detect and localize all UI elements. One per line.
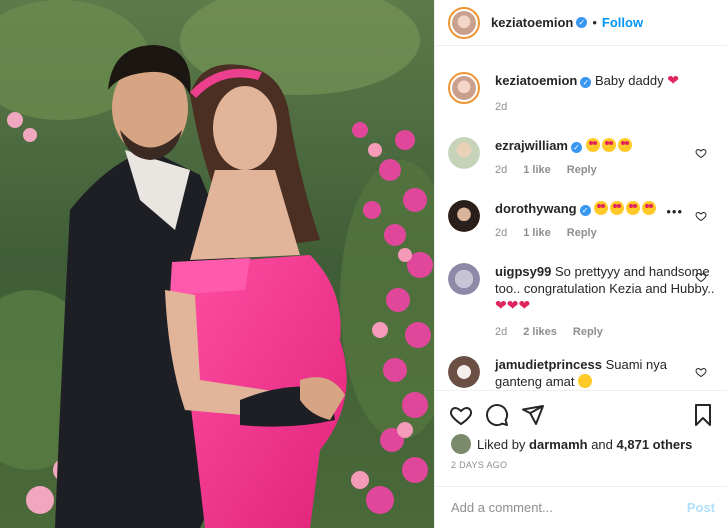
commenter-avatar[interactable] [448, 263, 480, 295]
commenter-username[interactable]: dorothywang [495, 201, 577, 216]
share-paper-plane-icon[interactable] [521, 403, 545, 427]
post-timestamp: 2 DAYS AGO [451, 460, 508, 470]
like-comment-heart-icon[interactable] [695, 271, 707, 283]
others-count-link[interactable]: 4,871 others [617, 437, 693, 452]
commenter-username[interactable]: jamudietprincess [495, 357, 602, 372]
likes-summary: Liked by darmamh and 4,871 others [451, 434, 715, 454]
author-username[interactable]: keziatoemion [491, 15, 573, 30]
heart-eyes-emoji-icon [585, 138, 600, 152]
comment-time: 2d [495, 227, 508, 239]
reply-button[interactable]: Reply [567, 162, 597, 179]
verified-badge-icon: ✓ [576, 17, 588, 28]
heart-eyes-emoji-icon [626, 201, 641, 215]
comment-likes[interactable]: 1 like [523, 225, 551, 242]
commenter-avatar[interactable] [448, 137, 480, 169]
comment-item: jamudietprincess Suami nya ganteng amat [448, 356, 715, 390]
action-bar [435, 390, 727, 434]
comment-item: ezrajwilliam ✓ 2d 1 like Reply [448, 137, 715, 179]
post-comment-button[interactable]: Post [687, 500, 715, 515]
comment-item: uigpsy99 So prettyyy and handsome too.. … [448, 263, 715, 341]
comment-item: dorothywang ✓ 2d 1 like Reply ••• [448, 200, 715, 242]
caption-username[interactable]: keziatoemion [495, 73, 577, 88]
verified-badge-icon: ✓ [580, 77, 592, 88]
heart-eyes-emoji-icon [601, 138, 616, 152]
reply-button[interactable]: Reply [573, 324, 603, 341]
add-comment-bar: Post [435, 486, 727, 528]
like-comment-heart-icon[interactable] [695, 210, 707, 222]
grinning-emoji-icon [578, 374, 593, 388]
post-photo[interactable] [0, 0, 434, 528]
heart-eyes-emoji-icon [610, 201, 625, 215]
author-avatar[interactable] [448, 6, 480, 39]
verified-badge-icon: ✓ [570, 142, 582, 153]
verified-badge-icon: ✓ [579, 205, 591, 216]
comment-input[interactable] [451, 500, 687, 515]
commenter-avatar[interactable] [448, 356, 480, 388]
caption-text: Baby daddy [594, 73, 664, 88]
separator-dot: • [592, 15, 597, 30]
likes-prefix: Liked by [477, 436, 526, 452]
post-side-panel: keziatoemion ✓ • Follow keziatoemion ✓ Ba… [434, 0, 727, 528]
heart-eyes-emoji-icon [594, 201, 609, 215]
like-heart-icon[interactable] [449, 403, 473, 427]
photo-couple-illustration [0, 0, 434, 528]
caption-avatar[interactable] [448, 72, 480, 104]
liker-avatar[interactable] [451, 434, 471, 454]
more-options-icon[interactable]: ••• [666, 204, 683, 219]
save-bookmark-icon[interactable] [691, 403, 715, 427]
heart-eyes-emoji-icon [617, 138, 632, 152]
red-heart-emoji-icon: ❤ [667, 72, 680, 88]
like-comment-heart-icon[interactable] [695, 147, 707, 159]
comment-bubble-icon[interactable] [485, 403, 509, 427]
caption-item: keziatoemion ✓ Baby daddy ❤ 2d [448, 72, 715, 116]
comment-likes[interactable]: 1 like [523, 162, 551, 179]
red-heart-emoji-icon: ❤❤❤ [495, 297, 531, 313]
comment-likes[interactable]: 2 likes [523, 324, 557, 341]
caption-time: 2d [495, 101, 508, 113]
heart-eyes-emoji-icon [642, 201, 657, 215]
like-comment-heart-icon[interactable] [695, 366, 707, 378]
comments-list[interactable]: keziatoemion ✓ Baby daddy ❤ 2d ezrajwilli… [435, 47, 727, 390]
post-header: keziatoemion ✓ • Follow [435, 0, 727, 46]
follow-button[interactable]: Follow [602, 15, 643, 30]
commenter-avatar[interactable] [448, 200, 480, 232]
comment-time: 2d [495, 326, 508, 338]
likes-conj: and [591, 436, 613, 452]
liker-username[interactable]: darmamh [529, 437, 588, 452]
reply-button[interactable]: Reply [567, 225, 597, 242]
comment-time: 2d [495, 164, 508, 176]
commenter-username[interactable]: uigpsy99 [495, 264, 551, 279]
commenter-username[interactable]: ezrajwilliam [495, 138, 568, 153]
